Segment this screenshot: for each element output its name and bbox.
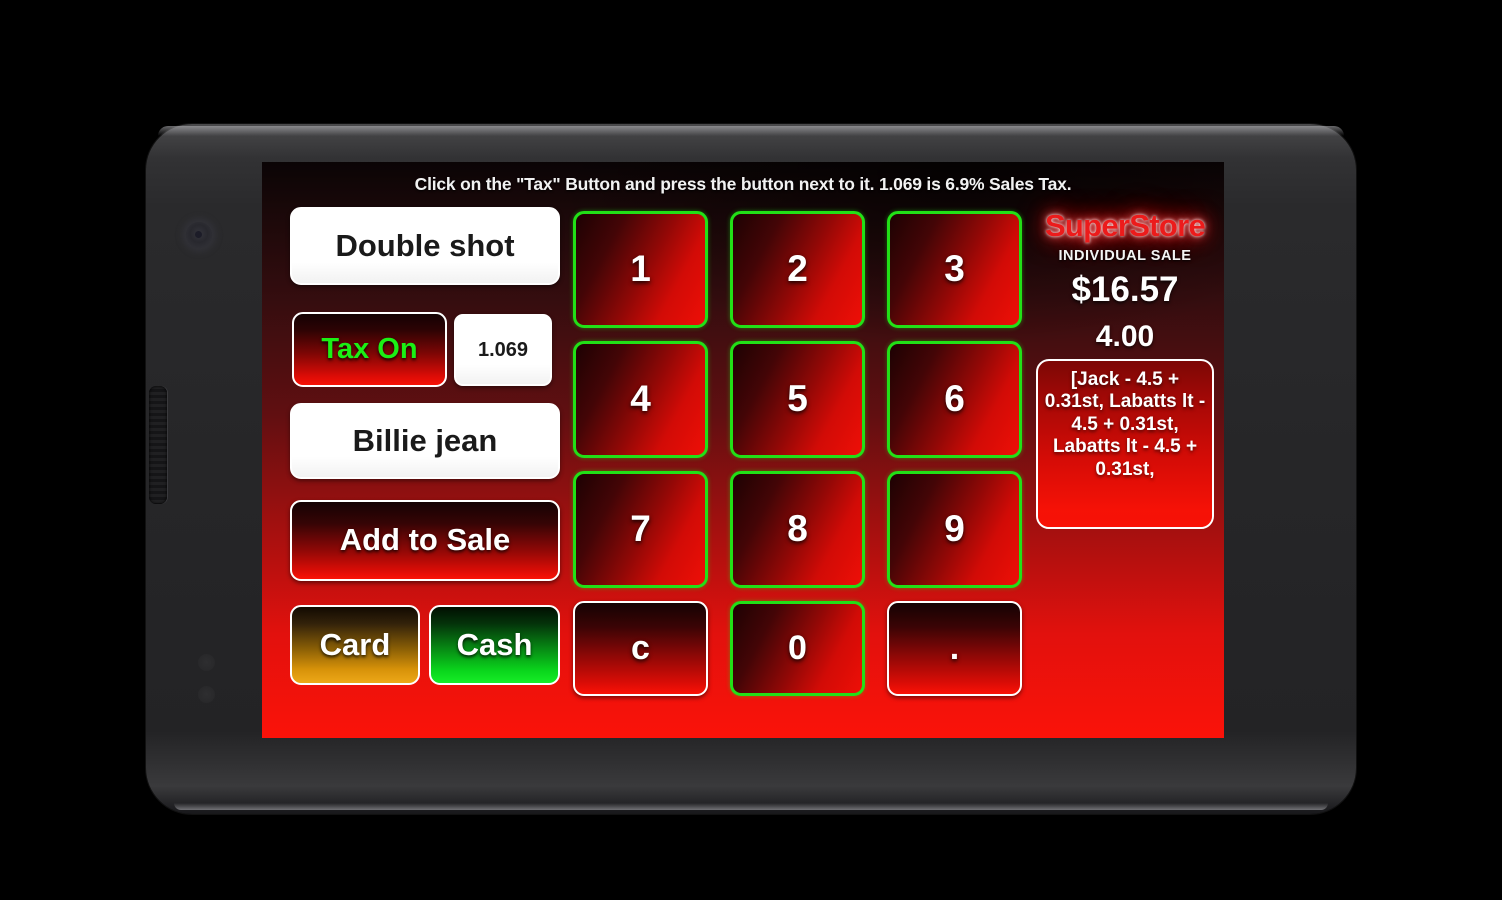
pos-app: Click on the "Tax" Button and press the … [262, 162, 1224, 738]
keypad-key-6[interactable]: 6 [887, 341, 1022, 458]
sale-mode-label: INDIVIDUAL SALE [1058, 248, 1192, 264]
keypad-key-9[interactable]: 9 [887, 471, 1022, 588]
keypad-key-0[interactable]: 0 [730, 601, 865, 696]
keypad-key-decimal[interactable]: . [887, 601, 1022, 696]
receipt-list-panel[interactable]: [Jack - 4.5 + 0.31st, Labatts lt - 4.5 +… [1036, 359, 1214, 529]
keypad-key-4[interactable]: 4 [573, 341, 708, 458]
double-shot-button[interactable]: Double shot [290, 207, 560, 285]
item-name-button[interactable]: Billie jean [290, 403, 560, 479]
cash-payment-button[interactable]: Cash [429, 605, 560, 685]
receipt-list-text: [Jack - 4.5 + 0.31st, Labatts lt - 4.5 +… [1044, 369, 1206, 480]
keypad-key-3[interactable]: 3 [887, 211, 1022, 328]
store-brand-logo: SuperStore [1044, 208, 1206, 243]
keypad-key-5[interactable]: 5 [730, 341, 865, 458]
tendered-amount: 4.00 [1095, 320, 1155, 353]
add-to-sale-button[interactable]: Add to Sale [290, 500, 560, 581]
card-payment-button[interactable]: Card [290, 605, 420, 685]
keypad-key-7[interactable]: 7 [573, 471, 708, 588]
sale-total-amount: $16.57 [1071, 270, 1179, 309]
keypad-key-8[interactable]: 8 [730, 471, 865, 588]
phone-device: Click on the "Tax" Button and press the … [146, 124, 1356, 814]
tax-rate-field[interactable]: 1.069 [454, 314, 552, 386]
device-sensor-dot [198, 686, 215, 703]
keypad-key-1[interactable]: 1 [573, 211, 708, 328]
front-camera-icon [186, 222, 212, 248]
instruction-text: Click on the "Tax" Button and press the … [414, 174, 1072, 194]
device-sensor-dot [198, 654, 215, 671]
keypad-key-clear[interactable]: c [573, 601, 708, 696]
keypad-key-2[interactable]: 2 [730, 211, 865, 328]
tax-toggle-button[interactable]: Tax On [292, 312, 447, 387]
side-speaker-grille [149, 386, 167, 504]
phone-screen: Click on the "Tax" Button and press the … [262, 162, 1224, 738]
